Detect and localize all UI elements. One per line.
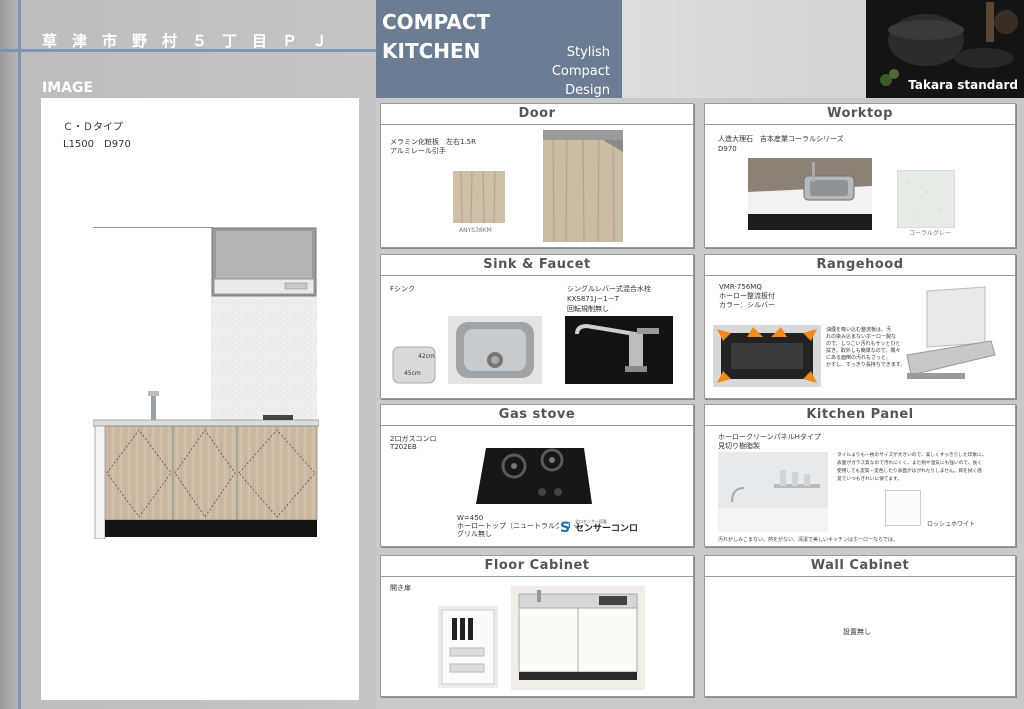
worktop-swatch-caption: コーラルグレー: [909, 230, 952, 237]
floor-cabinet-box: Floor Cabinet 開き扉: [380, 555, 694, 697]
gas-stove-title: Gas stove: [381, 405, 693, 426]
door-title: Door: [381, 104, 693, 125]
plan-size-label: L1500 D970: [63, 139, 131, 150]
subtitle-line-2: Compact: [551, 64, 610, 79]
panel-desc-1: タイルよりも一枚のサイズが大きいので、美しくすっきりした印象に。: [837, 453, 987, 458]
gas-stove-box: Gas stove 2口ガスコンロ T202EB W=450 ホーロートップ（ニ…: [380, 404, 694, 547]
door-box: Door メラミン化粧板 左右1.5R アルミレール引手 ANYS38KM: [380, 103, 694, 248]
sink-faucet-box: Sink & Faucet Fシンク 42cm 45cm シングルレバー式混合水…: [380, 254, 694, 399]
gas-spec-2: T202EB: [390, 443, 417, 451]
brand-photo: Takara standard: [866, 0, 1024, 98]
image-heading: IMAGE: [42, 80, 94, 96]
title-line-1: COMPACT: [382, 10, 491, 34]
worktop-title: Worktop: [705, 104, 1015, 125]
plan-type-label: Ｃ・Ｄタイプ: [63, 122, 123, 133]
gas-stove-image: [476, 448, 592, 504]
compact-kitchen-title: COMPACT KITCHEN: [382, 8, 490, 66]
faucet-spec-2: KXS871J－1－T: [567, 295, 619, 303]
rangehood-spec-3: カラー：シルバー: [719, 301, 775, 309]
panel-desc-4: 覚でいつもきれいに保てます。: [837, 477, 902, 482]
door-panel-image: [543, 130, 623, 242]
panel-footer-note: 汚れがしみこまない、熱をがない、清潔で美しいキッチンはホーローならでは。: [718, 537, 898, 543]
faucet-spec-1: シングルレバー式混合水栓: [567, 285, 651, 293]
title-line-2: KITCHEN: [382, 39, 481, 63]
panel-desc-3: 使用しても変質・変色したり表面がはがれたりしません。目を拭く感: [837, 469, 982, 474]
image-panel: Ｃ・Ｄタイプ L1500 D970: [41, 98, 359, 700]
kitchen-panel-image: [718, 452, 828, 532]
rangehood-product-image: [906, 286, 996, 379]
worktop-swatch: [897, 170, 955, 228]
rangehood-note-6: かすし、すっきり長持ちできます。: [826, 362, 906, 368]
sink-spec: Fシンク: [390, 285, 416, 293]
kitchen-panel-box: Kitchen Panel ホーロークリーンパネルHタイプ 見切り樹脂製 タイル…: [704, 404, 1016, 547]
brand-logo: Takara standard: [908, 78, 1018, 92]
svg-text:i: i: [568, 521, 571, 530]
subtitle-line-1: Stylish: [566, 45, 610, 60]
sensor-logo-icon: S i: [559, 519, 574, 534]
floor-cabinet-image: [511, 586, 645, 690]
sink-dim-width: 45cm: [404, 370, 421, 377]
left-vertical-rule: [18, 0, 21, 709]
panel-swatch-caption: ロッシュホワイト: [927, 521, 976, 528]
panel-spec-2: 見切り樹脂製: [718, 442, 760, 450]
wall-cabinet-title: Wall Cabinet: [705, 556, 1015, 577]
title-block: COMPACT KITCHEN Stylish Compact Design: [376, 0, 622, 98]
sink-faucet-title: Sink & Faucet: [381, 255, 693, 276]
worktop-box: Worktop 人造大理石 吉本産業コーラルシリーズ D970 コーラルグレー: [704, 103, 1016, 248]
rangehood-title: Rangehood: [705, 255, 1015, 276]
door-swatch: [453, 171, 505, 223]
wall-cabinet-none: 設置無し: [843, 628, 871, 636]
faucet-spec-3: 回転規制無し: [567, 305, 609, 313]
kitchen-panel-title: Kitchen Panel: [705, 405, 1015, 426]
knife-rack-image: [438, 606, 498, 688]
worktop-spec-1: 人造大理石 吉本産業コーラルシリーズ: [718, 135, 844, 143]
panel-desc-2: 表面がガラス質なので汚れにくく、また熱や湿気にも強いので、長く: [837, 461, 982, 466]
sensor-logo-label: センサーコンロ: [575, 524, 639, 534]
worktop-sink-image: [748, 158, 872, 230]
floor-cabinet-title: Floor Cabinet: [381, 556, 693, 577]
sink-dimension-diagram: [392, 346, 436, 384]
rangehood-box: Rangehood VMR-756MQ ホーロー整流板付 カラー：シルバー 油煙…: [704, 254, 1016, 399]
panel-swatch: [885, 490, 921, 526]
project-title: 草津市野村５丁目ＰＪ: [42, 32, 343, 50]
sink-bowl-image: [448, 316, 542, 384]
faucet-image: [565, 316, 673, 384]
gas-spec-5: グリル無し: [457, 530, 492, 538]
floor-spec-1: 開き扉: [390, 584, 411, 592]
wall-cabinet-box: Wall Cabinet 設置無し: [704, 555, 1016, 697]
door-spec-2: アルミレール引手: [390, 147, 446, 155]
rangehood-airflow-image: [713, 325, 821, 387]
sink-dim-height: 42cm: [418, 353, 435, 360]
subtitle-line-3: Design: [565, 83, 610, 98]
worktop-spec-2: D970: [718, 145, 737, 153]
kitchen-elevation-drawing: [93, 227, 319, 539]
title-subtitle: Stylish Compact Design: [552, 43, 610, 100]
door-swatch-caption: ANYS38KM: [459, 227, 492, 234]
